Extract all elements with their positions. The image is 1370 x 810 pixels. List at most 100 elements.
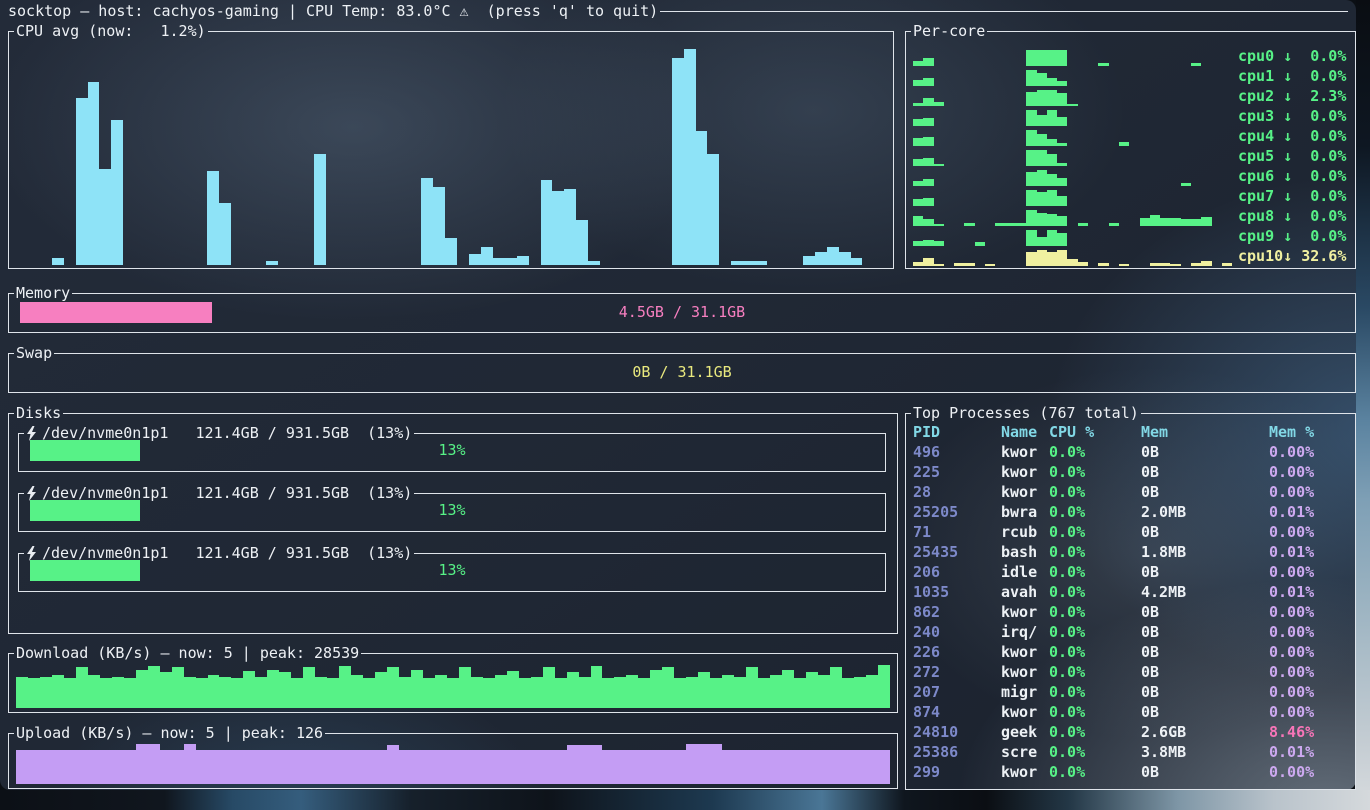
bar bbox=[1201, 261, 1211, 266]
bar bbox=[934, 102, 944, 106]
table-cell: 0B bbox=[1141, 482, 1269, 502]
table-row: 25205bwra0.0%2.0MB0.01% bbox=[913, 502, 1353, 522]
bar bbox=[339, 750, 351, 784]
bar bbox=[136, 670, 148, 708]
bar bbox=[866, 750, 878, 784]
bar bbox=[1037, 213, 1047, 226]
bar bbox=[552, 191, 564, 265]
bar bbox=[124, 678, 136, 708]
bar bbox=[1057, 163, 1067, 166]
core-row: cpu5 ↓ 0.0% bbox=[913, 146, 1350, 166]
app-titlebar: socktop — host: cachyos-gaming | CPU Tem… bbox=[8, 0, 1348, 22]
bar bbox=[913, 216, 923, 226]
core-sparkline bbox=[913, 229, 1232, 246]
bar bbox=[602, 750, 614, 784]
table-cell: 0.0% bbox=[1049, 762, 1141, 782]
bar bbox=[1047, 154, 1057, 166]
bar bbox=[76, 750, 88, 784]
bar bbox=[112, 677, 124, 708]
bar bbox=[40, 750, 52, 784]
core-sparkline bbox=[913, 69, 1232, 86]
table-cell: 0.01% bbox=[1269, 742, 1353, 762]
table-cell: kwor bbox=[1001, 762, 1049, 782]
bar bbox=[88, 675, 100, 708]
bar bbox=[219, 750, 231, 784]
table-cell: 0.0% bbox=[1049, 542, 1141, 562]
bar bbox=[913, 181, 923, 186]
disk-title: /dev/nvme0n1p1 121.4GB / 931.5GB (13%) bbox=[24, 424, 414, 443]
bar bbox=[1026, 230, 1036, 246]
disks-panel-title: Disks bbox=[14, 404, 63, 423]
bar bbox=[934, 264, 944, 266]
table-cell: 0.0% bbox=[1049, 682, 1141, 702]
bar bbox=[160, 750, 172, 784]
bar bbox=[519, 678, 531, 708]
table-cell: 0.0% bbox=[1049, 522, 1141, 542]
core-label: cpu2 ↓ 2.3% bbox=[1238, 86, 1350, 106]
table-cell: 862 bbox=[913, 602, 1001, 622]
bar bbox=[445, 238, 457, 265]
bar bbox=[1170, 218, 1180, 226]
table-row: 226kwor0.0%0B0.00% bbox=[913, 642, 1353, 662]
bar bbox=[1026, 50, 1036, 66]
bar bbox=[291, 678, 303, 708]
table-cell: 0.00% bbox=[1269, 442, 1353, 462]
bar bbox=[995, 223, 1005, 226]
table-cell: kwor bbox=[1001, 442, 1049, 462]
top-processes-panel: Top Processes (767 total) PIDNameCPU %Me… bbox=[905, 404, 1356, 790]
bar bbox=[493, 258, 505, 265]
bar bbox=[363, 750, 375, 784]
bar bbox=[1037, 150, 1047, 166]
core-label: cpu9 ↓ 0.0% bbox=[1238, 226, 1350, 246]
core-label: cpu3 ↓ 0.0% bbox=[1238, 106, 1350, 126]
table-cell: 0.01% bbox=[1269, 582, 1353, 602]
wallpaper-right-strip bbox=[1356, 0, 1370, 810]
bar bbox=[782, 670, 794, 708]
table-cell: 3.8MB bbox=[1141, 742, 1269, 762]
bar bbox=[1026, 130, 1036, 146]
bar bbox=[964, 223, 974, 226]
bar bbox=[913, 159, 923, 166]
bar bbox=[579, 745, 591, 784]
bar bbox=[803, 256, 815, 265]
table-header: PIDNameCPU %MemMem % bbox=[913, 422, 1353, 442]
terminal-window[interactable]: socktop — host: cachyos-gaming | CPU Tem… bbox=[0, 0, 1356, 790]
bar bbox=[1191, 263, 1201, 266]
bar bbox=[743, 261, 755, 265]
core-sparkline bbox=[913, 149, 1232, 166]
bar bbox=[1037, 134, 1047, 146]
bar bbox=[842, 750, 854, 784]
bar bbox=[913, 80, 923, 86]
per-core-panel: Per-core cpu0 ↓ 0.0%cpu1 ↓ 0.0%cpu2 ↓ 2.… bbox=[905, 22, 1356, 269]
bar bbox=[878, 750, 890, 784]
bar bbox=[815, 252, 827, 265]
table-cell: 0.00% bbox=[1269, 702, 1353, 722]
disk-usage-label: 13% bbox=[30, 500, 874, 521]
memory-usage-label: 4.5GB / 31.1GB bbox=[20, 302, 1344, 323]
bar bbox=[208, 675, 220, 708]
bar bbox=[1057, 196, 1067, 206]
bar bbox=[975, 242, 985, 246]
bar bbox=[1150, 215, 1160, 226]
bar bbox=[435, 750, 447, 784]
bar bbox=[1037, 170, 1047, 186]
table-cell: kwor bbox=[1001, 462, 1049, 482]
bar bbox=[1047, 90, 1057, 106]
disk-title: /dev/nvme0n1p1 121.4GB / 931.5GB (13%) bbox=[24, 544, 414, 563]
core-row: cpu4 ↓ 0.0% bbox=[913, 126, 1350, 146]
table-cell: 0B bbox=[1141, 522, 1269, 542]
core-row: cpu0 ↓ 0.0% bbox=[913, 46, 1350, 66]
table-cell: PID bbox=[913, 422, 1001, 442]
bar bbox=[1047, 230, 1057, 246]
bar bbox=[923, 137, 933, 146]
table-cell: 0.00% bbox=[1269, 462, 1353, 482]
bar bbox=[1057, 178, 1067, 186]
core-row: cpu10↓ 32.6% bbox=[913, 246, 1350, 266]
bar bbox=[1057, 81, 1067, 86]
bar bbox=[28, 750, 40, 784]
bar bbox=[423, 678, 435, 708]
bar bbox=[1047, 214, 1057, 226]
bar bbox=[207, 171, 219, 265]
table-cell: 0B bbox=[1141, 682, 1269, 702]
bar bbox=[710, 744, 722, 784]
